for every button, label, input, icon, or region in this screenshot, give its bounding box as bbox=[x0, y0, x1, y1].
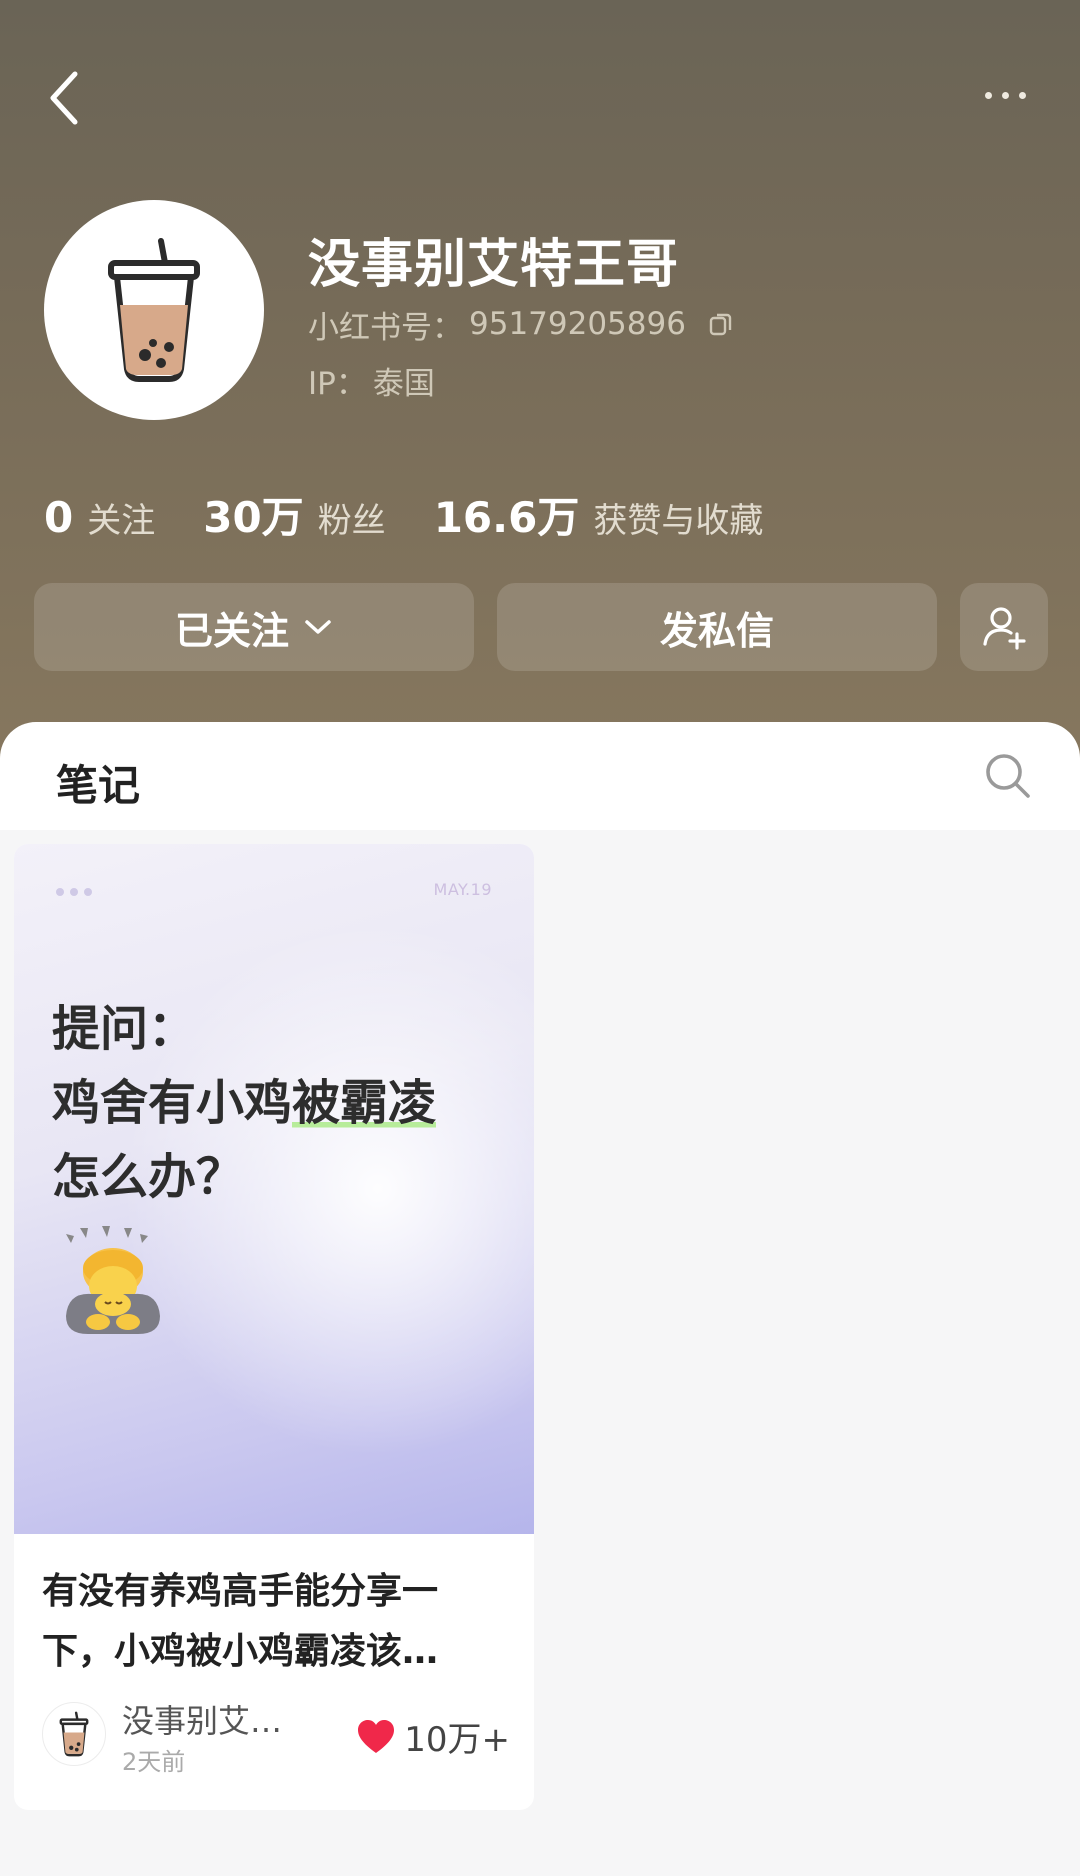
stat-following-value: 0 bbox=[44, 493, 74, 542]
cover-line-2-highlight: 被霸凌 bbox=[292, 1075, 437, 1131]
profile-nickname: 没事别艾特王哥 bbox=[308, 235, 680, 295]
copy-icon[interactable] bbox=[708, 311, 734, 337]
account-id-row: 小红书号： 95179205896 bbox=[308, 304, 734, 346]
bowing-person-icon bbox=[66, 1226, 160, 1334]
note-like-button[interactable]: 10万+ bbox=[356, 1712, 510, 1761]
content-tab-bar: 笔记 bbox=[0, 722, 1080, 830]
cover-title: 提问： 鸡舍有小鸡被霸凌 怎么办？ bbox=[52, 992, 437, 1214]
chevron-down-icon bbox=[305, 620, 331, 634]
add-user-icon bbox=[983, 607, 1026, 650]
note-title[interactable]: 有没有养鸡高手能分享一下，小鸡被小鸡霸凌该… bbox=[42, 1562, 502, 1682]
back-icon bbox=[50, 71, 78, 125]
stat-followers-value: 30万 bbox=[203, 493, 304, 542]
note-author-name[interactable]: 没事别艾… bbox=[122, 1696, 282, 1742]
cover-dots bbox=[56, 888, 92, 896]
note-card[interactable]: MAY.19 提问： 鸡舍有小鸡被霸凌 怎么办？ 有没有养鸡高手能分享一下，小鸡… bbox=[14, 844, 534, 1810]
account-id-label: 小红书号： bbox=[308, 309, 463, 346]
bubble-tea-icon bbox=[59, 1711, 89, 1757]
message-label: 发私信 bbox=[659, 608, 774, 653]
stat-followers-label: 粉丝 bbox=[317, 501, 386, 541]
back-button[interactable] bbox=[40, 66, 88, 130]
stats-row: 0 关注 30万 粉丝 16.6万 获赞与收藏 bbox=[44, 484, 811, 544]
cover-line-2: 鸡舍有小鸡被霸凌 bbox=[52, 1066, 437, 1140]
ip-location: IP： 泰国 bbox=[308, 358, 435, 403]
message-button[interactable]: 发私信 bbox=[497, 583, 937, 671]
profile-header: 没事别艾特王哥 小红书号： 95179205896 IP： 泰国 0 关注 30… bbox=[0, 0, 1080, 760]
stat-likes-value: 16.6万 bbox=[433, 493, 580, 542]
search-button[interactable] bbox=[982, 750, 1034, 802]
search-icon bbox=[986, 754, 1030, 798]
followed-label: 已关注 bbox=[174, 608, 289, 653]
avatar[interactable] bbox=[44, 200, 264, 420]
stat-likes-label: 获赞与收藏 bbox=[593, 501, 764, 541]
cover-date: MAY.19 bbox=[433, 880, 492, 899]
stat-following[interactable]: 0 关注 bbox=[44, 493, 155, 542]
account-id-value: 95179205896 bbox=[469, 306, 686, 342]
ip-label: IP： bbox=[308, 366, 367, 402]
note-cover[interactable]: MAY.19 提问： 鸡舍有小鸡被霸凌 怎么办？ bbox=[14, 844, 534, 1534]
cover-line-1: 提问： bbox=[52, 1001, 197, 1057]
ip-value: 泰国 bbox=[372, 366, 435, 402]
cover-line-2-plain: 鸡舍有小鸡 bbox=[52, 1075, 293, 1131]
cover-line-3: 怎么办？ bbox=[52, 1149, 245, 1205]
bubble-tea-icon bbox=[108, 238, 200, 382]
stat-likes-collects[interactable]: 16.6万 获赞与收藏 bbox=[434, 484, 764, 545]
note-like-count: 10万+ bbox=[404, 1720, 510, 1760]
more-button[interactable] bbox=[975, 78, 1035, 112]
note-time: 2天前 bbox=[122, 1748, 186, 1776]
more-icon bbox=[984, 91, 1026, 99]
heart-icon bbox=[358, 1719, 395, 1753]
followed-button[interactable]: 已关注 bbox=[34, 583, 474, 671]
tab-notes[interactable]: 笔记 bbox=[56, 752, 140, 813]
note-author-avatar[interactable] bbox=[42, 1702, 106, 1766]
stat-following-label: 关注 bbox=[87, 501, 156, 541]
stat-followers[interactable]: 30万 粉丝 bbox=[203, 484, 385, 545]
add-friend-button[interactable] bbox=[960, 583, 1048, 671]
